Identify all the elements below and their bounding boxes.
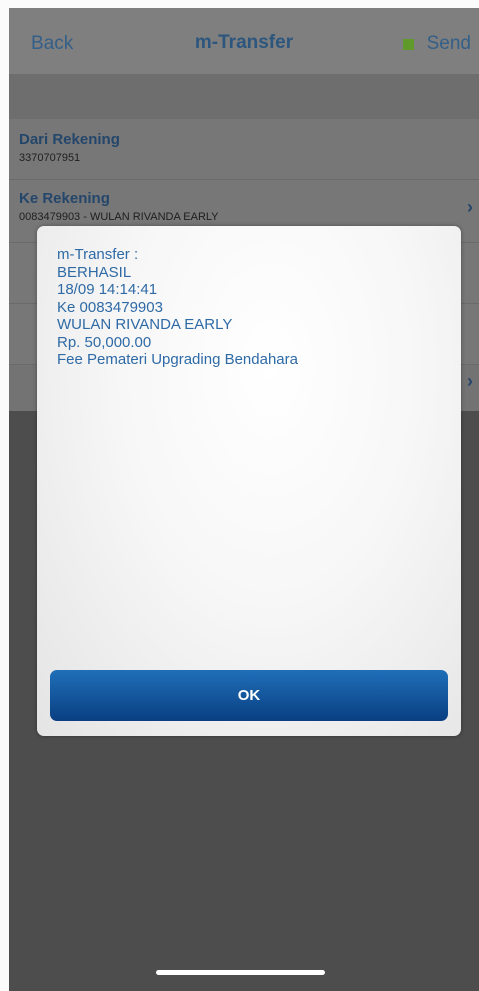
message-line: 18/09 14:14:41 <box>57 281 158 298</box>
ok-button[interactable]: OK <box>50 670 448 721</box>
message-line: m-Transfer : <box>57 246 139 263</box>
from-account-field[interactable]: Dari Rekening 3370707951 <box>9 119 479 180</box>
send-button[interactable]: Send <box>402 33 471 55</box>
square-icon <box>402 38 414 50</box>
message-line: Rp. 50,000.00 <box>57 333 152 351</box>
message-line: BERHASIL <box>57 263 132 281</box>
header-spacer <box>9 74 479 119</box>
from-account-label: Dari Rekening <box>19 131 120 148</box>
phone-screen: Back m-Transfer Send Dari Rekening 33707… <box>9 8 479 991</box>
navigation-bar: Back m-Transfer Send <box>9 8 479 74</box>
message-line: WULAN RIVANDA EARLY <box>57 316 233 333</box>
transfer-result-dialog: m-Transfer : BERHASIL 18/09 14:14:41 Ke … <box>37 226 461 736</box>
chevron-right-icon: › <box>467 371 473 391</box>
home-indicator[interactable] <box>156 970 325 975</box>
dialog-message: m-Transfer : BERHASIL 18/09 14:14:41 Ke … <box>57 246 298 369</box>
message-line: Fee Pemateri Upgrading Bendahara <box>57 351 298 368</box>
to-account-label: Ke Rekening <box>19 190 110 207</box>
to-account-value: 0083479903 - WULAN RIVANDA EARLY <box>19 211 219 223</box>
from-account-value: 3370707951 <box>19 152 81 164</box>
message-line: Ke 0083479903 <box>57 298 163 316</box>
send-label: Send <box>426 33 471 54</box>
chevron-right-icon: › <box>467 197 473 217</box>
